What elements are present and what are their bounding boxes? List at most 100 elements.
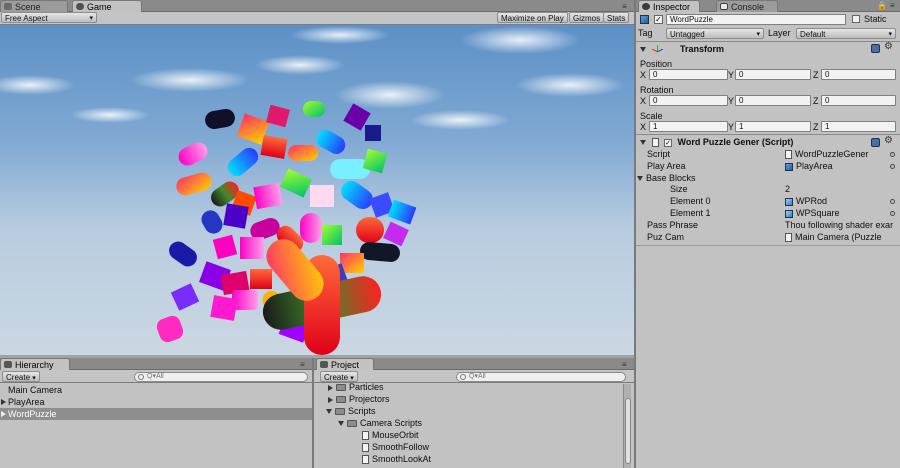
- script-component-header[interactable]: ✓ Word Puzzle Gener (Script): [640, 136, 870, 148]
- gameobject-icon: [640, 15, 649, 24]
- scale-y-field[interactable]: 1: [735, 121, 811, 132]
- script-file-icon: [362, 455, 369, 465]
- object-picker-icon[interactable]: [890, 211, 895, 216]
- axis-x-label: X: [640, 70, 647, 80]
- static-checkbox[interactable]: [852, 15, 860, 23]
- size-label: Size: [670, 184, 688, 194]
- project-item-camera-scripts[interactable]: Camera Scripts: [338, 417, 422, 429]
- collapse-arrow-icon[interactable]: [637, 176, 643, 182]
- hierarchy-create-dropdown[interactable]: Create ▾: [2, 371, 40, 382]
- folder-icon: [335, 408, 345, 416]
- size-field[interactable]: 2: [785, 184, 790, 194]
- object-name-field[interactable]: WordPuzzle: [666, 14, 846, 25]
- hierarchy-search-input[interactable]: Q▾All: [134, 372, 308, 382]
- script-icon: [651, 138, 659, 148]
- rotation-y-field[interactable]: 0: [735, 95, 811, 106]
- object-picker-icon[interactable]: [890, 152, 895, 157]
- scale-z-field[interactable]: 1: [821, 121, 896, 132]
- prefab-icon: [785, 209, 793, 218]
- project-item-smoothfollow[interactable]: SmoothFollow: [362, 441, 429, 453]
- expand-arrow-icon[interactable]: [1, 411, 6, 417]
- project-item-mouseorbit[interactable]: MouseOrbit: [362, 429, 419, 441]
- tab-inspector[interactable]: Inspector: [638, 0, 700, 12]
- expand-arrow-icon[interactable]: [1, 399, 6, 405]
- tab-menu-icon[interactable]: ≡: [622, 2, 627, 11]
- hierarchy-item-playarea[interactable]: PlayArea: [0, 396, 312, 408]
- expand-arrow-icon[interactable]: [328, 396, 333, 403]
- tab-game[interactable]: Game: [72, 0, 142, 12]
- collapse-arrow-icon[interactable]: [640, 140, 646, 146]
- stats-button[interactable]: Stats: [603, 12, 630, 23]
- collapse-arrow-icon[interactable]: [640, 47, 646, 53]
- maximize-on-play-button[interactable]: Maximize on Play: [497, 12, 568, 23]
- project-item-scripts[interactable]: Scripts: [326, 405, 376, 417]
- object-picker-icon[interactable]: [890, 164, 895, 169]
- tab-scene[interactable]: Scene: [0, 0, 68, 12]
- expand-arrow-icon[interactable]: [328, 384, 333, 391]
- game-viewport[interactable]: [0, 25, 634, 355]
- project-menu-icon[interactable]: ≡: [622, 360, 627, 369]
- gizmos-button[interactable]: Gizmos: [569, 12, 605, 23]
- hierarchy-menu-icon[interactable]: ≡: [300, 360, 305, 369]
- project-item-smoothlookat[interactable]: SmoothLookAt: [362, 453, 431, 465]
- script-file-icon: [362, 431, 369, 441]
- active-checkbox[interactable]: ✓: [654, 15, 663, 24]
- tab-hierarchy[interactable]: Hierarchy: [0, 358, 70, 370]
- chevron-down-icon: ▾: [32, 375, 36, 382]
- element0-field[interactable]: WPRod: [785, 195, 885, 207]
- game-controller-icon: [76, 3, 84, 10]
- pass-phrase-field[interactable]: Thou following shader exar: [785, 219, 898, 231]
- position-x-field[interactable]: 0: [649, 69, 728, 80]
- folder-icon: [336, 396, 346, 404]
- divider: [636, 245, 900, 246]
- gear-icon[interactable]: ⚙: [884, 135, 893, 146]
- rotation-z-field[interactable]: 0: [821, 95, 896, 106]
- search-icon: [460, 374, 466, 380]
- tag-dropdown[interactable]: Untagged ▾: [666, 28, 764, 39]
- axis-y-label: Y: [728, 96, 735, 106]
- component-enabled-checkbox[interactable]: ✓: [664, 138, 673, 147]
- prefab-icon: [785, 197, 793, 206]
- object-picker-icon[interactable]: [890, 199, 895, 204]
- help-icon[interactable]: [871, 44, 880, 53]
- inspector-menu-icon[interactable]: ≡: [890, 1, 895, 10]
- scale-x-field[interactable]: 1: [649, 121, 728, 132]
- tab-project[interactable]: Project: [316, 358, 374, 370]
- element1-field[interactable]: WPSquare: [785, 207, 885, 219]
- project-item-projectors[interactable]: Projectors: [328, 393, 390, 405]
- tag-label: Tag: [638, 28, 653, 38]
- console-icon: [720, 3, 728, 10]
- play-area-field[interactable]: PlayArea: [785, 160, 895, 172]
- position-z-field[interactable]: 0: [821, 69, 896, 80]
- transform-header[interactable]: Transform: [640, 43, 896, 55]
- script-file-icon: [362, 443, 369, 453]
- lock-icon[interactable]: 🔒: [877, 1, 887, 10]
- tab-console[interactable]: Console: [716, 0, 778, 12]
- project-item-particles[interactable]: Particles: [328, 381, 384, 393]
- camera-icon: [785, 233, 792, 243]
- gear-icon[interactable]: ⚙: [884, 41, 893, 52]
- static-label: Static: [864, 14, 887, 24]
- collapse-arrow-icon[interactable]: [338, 421, 344, 427]
- position-y-field[interactable]: 0: [735, 69, 811, 80]
- project-search-input[interactable]: Q▾All: [456, 372, 626, 382]
- folder-icon: [347, 420, 357, 428]
- rotation-x-field[interactable]: 0: [649, 95, 728, 106]
- script-label: Script: [647, 149, 671, 159]
- base-blocks-foldout[interactable]: Base Blocks: [637, 172, 696, 184]
- script-field[interactable]: WordPuzzleGener: [785, 148, 895, 160]
- collapse-arrow-icon[interactable]: [326, 409, 332, 415]
- search-icon: [138, 374, 144, 380]
- project-scrollbar[interactable]: [623, 384, 631, 468]
- hierarchy-item-wordpuzzle[interactable]: WordPuzzle: [0, 408, 312, 420]
- aspect-dropdown[interactable]: Free Aspect ▾: [1, 12, 97, 23]
- hierarchy-item-main-camera[interactable]: Main Camera: [0, 384, 312, 396]
- info-icon: [642, 3, 650, 10]
- layer-dropdown[interactable]: Default ▾: [796, 28, 896, 39]
- help-icon[interactable]: [871, 138, 880, 147]
- project-scrollbar-thumb[interactable]: [625, 398, 631, 464]
- axis-y-label: Y: [728, 70, 735, 80]
- project-icon: [320, 361, 328, 368]
- puz-cam-field[interactable]: Main Camera (Puzzle: [785, 231, 898, 243]
- divider: [636, 41, 900, 42]
